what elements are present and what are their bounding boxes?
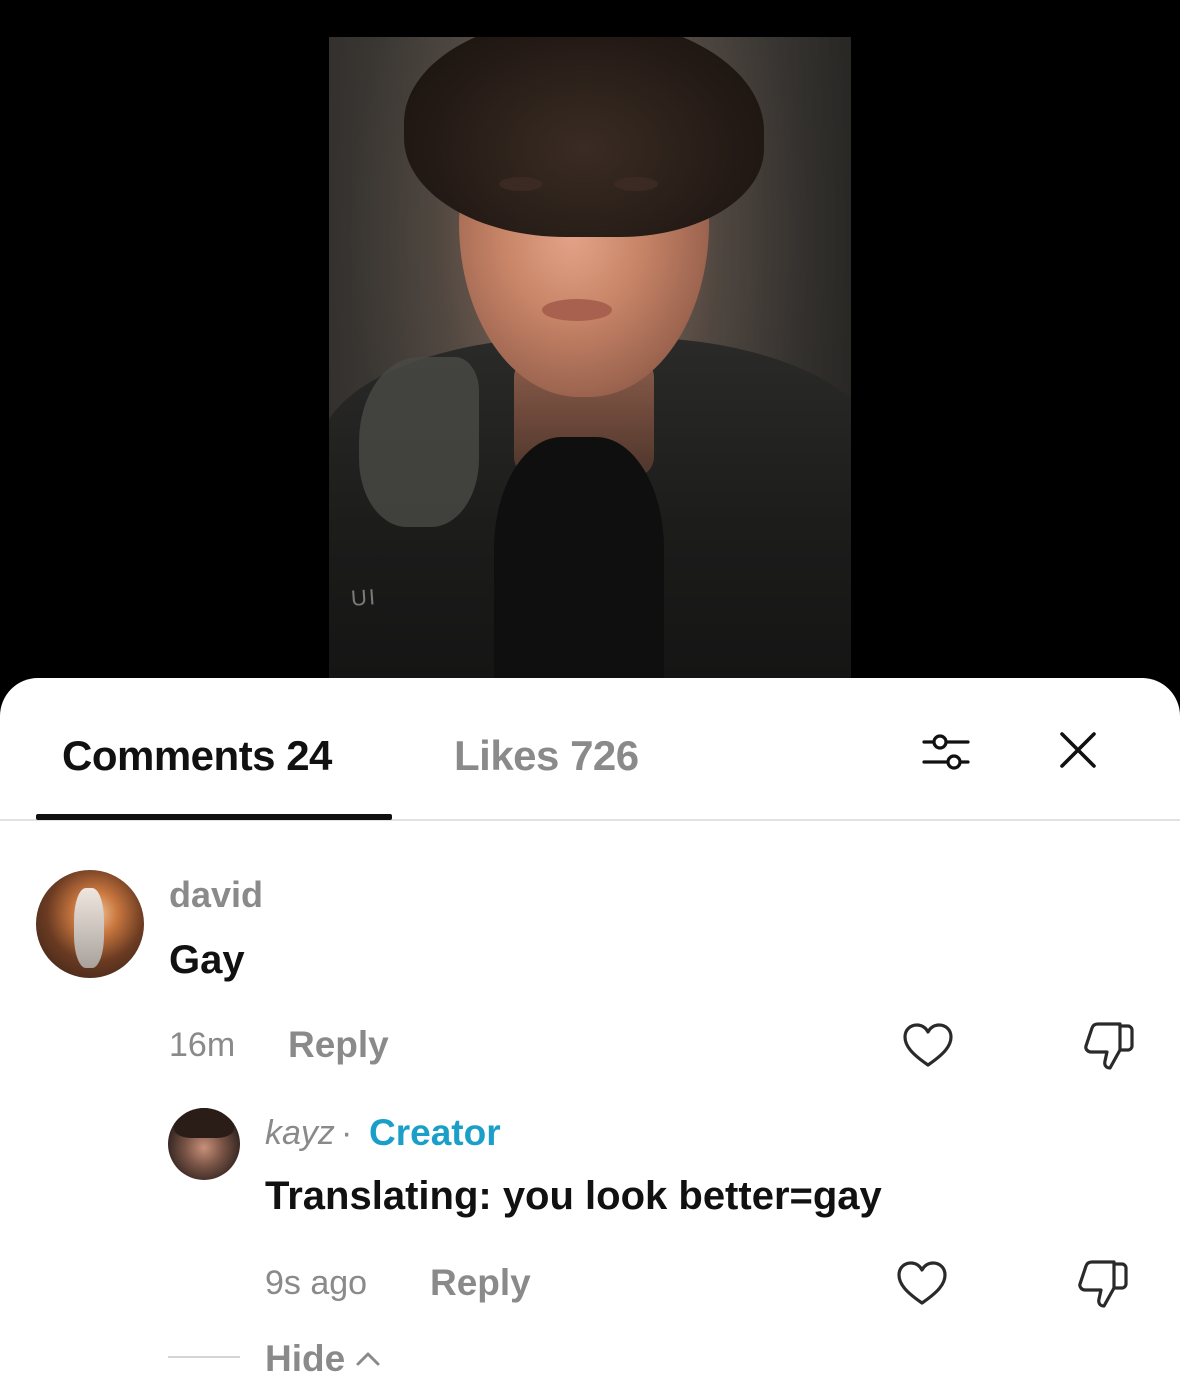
avatar-figure: [74, 888, 104, 968]
comments-sheet: Comments 24 Likes 726 david Gay 16m Repl…: [0, 678, 1180, 1386]
reply-button[interactable]: Reply: [430, 1262, 531, 1304]
active-tab-indicator: [36, 814, 392, 820]
thumbs-down-icon[interactable]: [1072, 1254, 1132, 1314]
chevron-up-icon: [356, 1352, 380, 1366]
reply-timestamp: 9s ago: [265, 1264, 368, 1302]
screen: UI Comments 24 Likes 726 david Gay 16m R…: [0, 0, 1180, 1386]
creator-badge: Creator: [369, 1112, 501, 1153]
hide-replies-button[interactable]: Hide: [265, 1338, 381, 1380]
tab-likes[interactable]: Likes 726: [454, 732, 639, 780]
avatar-david[interactable]: [36, 870, 144, 978]
hide-label: Hide: [265, 1338, 346, 1379]
reply-text: Translating: you look better=gay: [265, 1174, 882, 1218]
video-player[interactable]: UI: [329, 37, 851, 697]
video-watermark: UI: [350, 584, 378, 611]
thread-divider: [168, 1356, 240, 1358]
video-lips: [542, 299, 612, 321]
tab-bar: Comments 24 Likes 726: [0, 678, 1180, 821]
username-separator: ·: [341, 1114, 353, 1152]
video-hood-lining: [359, 357, 479, 527]
sliders-icon[interactable]: [914, 720, 978, 784]
thumbs-down-icon[interactable]: [1078, 1016, 1138, 1076]
comment-timestamp: 16m: [169, 1026, 236, 1064]
video-eye-right: [614, 177, 658, 191]
comment-text: Gay: [169, 938, 245, 982]
video-shirt: [494, 437, 664, 697]
avatar-kayz[interactable]: [168, 1108, 240, 1180]
tab-comments[interactable]: Comments 24: [62, 732, 332, 780]
reply-button[interactable]: Reply: [288, 1024, 389, 1066]
comment-username[interactable]: david: [169, 874, 263, 916]
heart-outline-icon[interactable]: [894, 1256, 950, 1312]
video-eye-left: [499, 177, 543, 191]
heart-outline-icon[interactable]: [900, 1018, 956, 1074]
reply-username[interactable]: kayz: [265, 1114, 335, 1153]
close-icon[interactable]: [1046, 718, 1110, 782]
video-hair: [404, 37, 764, 237]
avatar-hair: [174, 1108, 234, 1138]
